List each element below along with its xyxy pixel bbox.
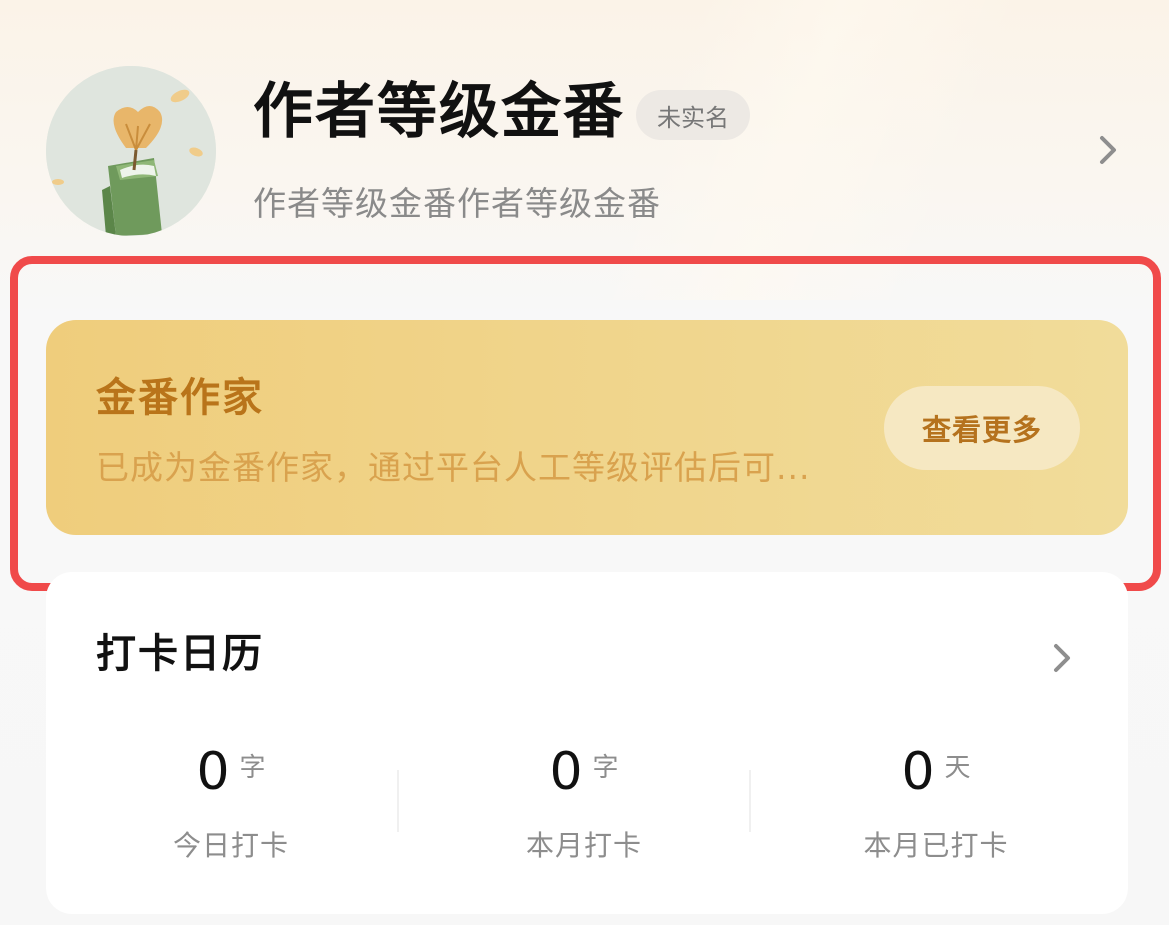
profile-subtitle: 作者等级金番作者等级金番 [253, 184, 661, 223]
checkin-calendar-title: 打卡日历 [96, 631, 264, 677]
stat-label: 本月已打卡 [863, 829, 1009, 862]
ginkgo-leaf-avatar-icon [46, 66, 216, 236]
stat-today-words: 0 字 今日打卡 [101, 740, 361, 864]
stat-month-days: 0 天 本月已打卡 [806, 740, 1066, 864]
stat-label: 今日打卡 [172, 829, 289, 862]
stat-divider [397, 770, 399, 832]
stat-month-words: 0 字 本月打卡 [454, 740, 714, 864]
stat-divider [749, 770, 751, 832]
stat-value: 0 [196, 742, 230, 802]
stat-value: 0 [901, 742, 935, 802]
checkin-calendar-card[interactable]: 打卡日历 0 字 今日打卡 0 字 本月打卡 0 天 本月已打卡 [46, 572, 1128, 914]
stat-label: 本月打卡 [525, 829, 642, 862]
avatar[interactable] [46, 66, 216, 236]
author-level-name: 作者等级金番 [253, 77, 625, 147]
stat-unit: 字 [239, 753, 266, 783]
highlight-frame [10, 256, 1161, 591]
verification-status-badge[interactable]: 未实名 [636, 90, 750, 140]
calendar-chevron-right-icon[interactable] [1049, 638, 1077, 678]
stat-unit: 字 [592, 753, 619, 783]
stat-value: 0 [549, 742, 583, 802]
profile-chevron-right-icon[interactable] [1095, 130, 1123, 170]
stat-unit: 天 [944, 753, 971, 783]
